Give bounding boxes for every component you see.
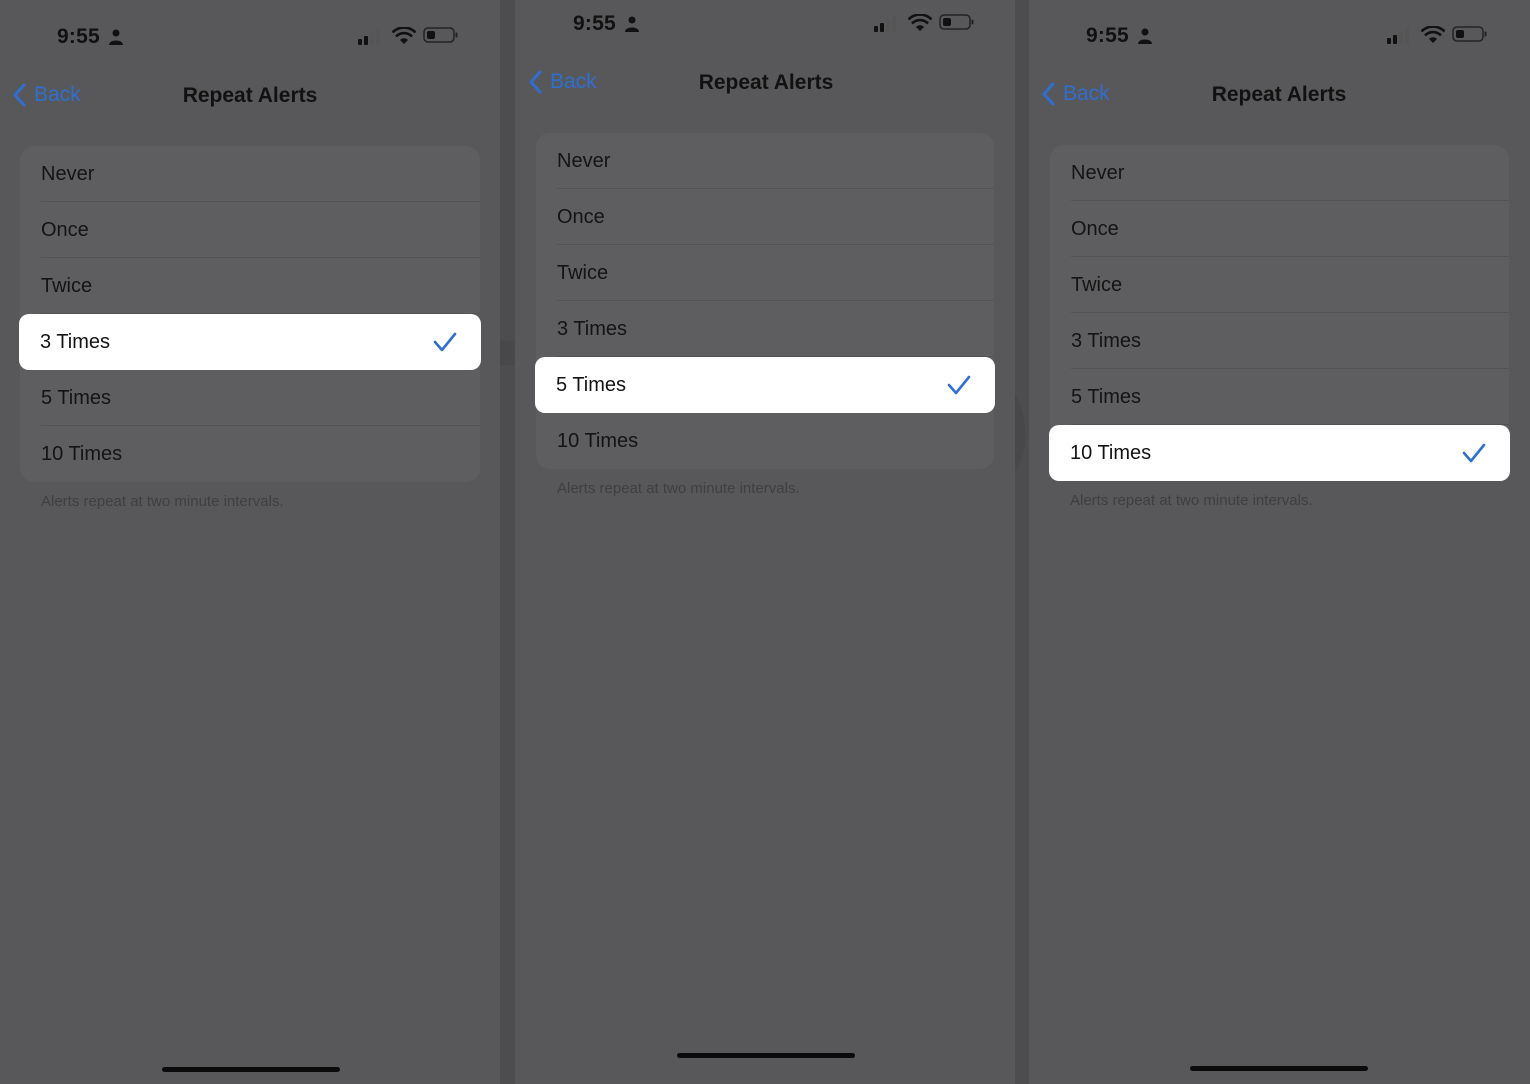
option-3-times[interactable]: 3 Times [1050, 313, 1509, 369]
chevron-left-icon [1042, 82, 1055, 106]
option-10-times[interactable]: 10 Times [1049, 425, 1510, 481]
page-title: Repeat Alerts [698, 71, 834, 94]
option-once[interactable]: Once [20, 202, 480, 258]
option-label: Once [557, 205, 605, 228]
footer-note: Alerts repeat at two minute intervals. [41, 493, 284, 510]
option-label: Twice [557, 261, 609, 284]
chevron-left-icon [13, 83, 26, 107]
status-time: 9:55 [57, 25, 100, 48]
option-label: 3 Times [557, 317, 628, 340]
option-label: 5 Times [1071, 385, 1142, 408]
options-list: Never Once Twice 3 Times 5 Times 10 Time… [1049, 145, 1510, 481]
status-time: 9:55 [1086, 24, 1129, 47]
back-label: Back [1063, 82, 1110, 105]
option-label: 3 Times [1071, 329, 1142, 352]
cellular-signal-icon [874, 16, 896, 32]
back-button[interactable]: Back [528, 70, 597, 94]
screen-3: 9:55 Back Repeat Alerts Never Once Twice… [1029, 0, 1530, 1084]
status-bar: 9:55 [1029, 19, 1530, 59]
option-label: Never [41, 162, 95, 185]
battery-icon [1452, 26, 1487, 42]
person-icon [109, 29, 123, 45]
option-label: Twice [41, 274, 93, 297]
status-time: 9:55 [573, 12, 616, 35]
option-twice[interactable]: Twice [1050, 257, 1509, 313]
option-3-times[interactable]: 3 Times [536, 301, 994, 357]
option-5-times[interactable]: 5 Times [1050, 369, 1509, 425]
footer-note: Alerts repeat at two minute intervals. [557, 480, 800, 497]
option-label: Never [1071, 161, 1125, 184]
option-twice[interactable]: Twice [20, 258, 480, 314]
wifi-icon [392, 27, 416, 44]
chevron-left-icon [529, 70, 542, 94]
page-title: Repeat Alerts [182, 84, 318, 107]
person-icon [625, 16, 639, 32]
status-bar: 9:55 [0, 20, 500, 60]
back-label: Back [34, 83, 81, 106]
option-label: 10 Times [1070, 441, 1152, 464]
checkmark-icon [947, 375, 971, 395]
battery-icon [939, 14, 974, 30]
option-3-times[interactable]: 3 Times [19, 314, 481, 370]
screen-1: 9:55 Back Repeat Alerts Never Once Twice… [0, 0, 500, 1084]
option-10-times[interactable]: 10 Times [536, 413, 994, 469]
option-label: 5 Times [41, 386, 112, 409]
option-once[interactable]: Once [1050, 201, 1509, 257]
option-label: 5 Times [556, 373, 627, 396]
option-twice[interactable]: Twice [536, 245, 994, 301]
footer-note: Alerts repeat at two minute intervals. [1070, 492, 1313, 509]
checkmark-icon [1462, 443, 1486, 463]
battery-icon [423, 27, 458, 43]
option-label: Once [41, 218, 89, 241]
back-button[interactable]: Back [12, 83, 81, 107]
options-list: Never Once Twice 3 Times 5 Times 10 Time… [19, 146, 481, 482]
option-once[interactable]: Once [536, 189, 994, 245]
option-5-times[interactable]: 5 Times [20, 370, 480, 426]
screen-2: 9:55 Back Repeat Alerts Never Once Twice… [515, 0, 1015, 1084]
status-bar: 9:55 [515, 7, 1015, 47]
option-10-times[interactable]: 10 Times [20, 426, 480, 482]
option-label: Never [557, 149, 611, 172]
page-title: Repeat Alerts [1211, 83, 1347, 106]
option-never[interactable]: Never [20, 146, 480, 202]
back-label: Back [550, 70, 597, 93]
option-5-times[interactable]: 5 Times [535, 357, 995, 413]
checkmark-icon [433, 332, 457, 352]
home-indicator[interactable] [162, 1067, 340, 1072]
cellular-signal-icon [1387, 28, 1409, 44]
home-indicator[interactable] [1190, 1066, 1368, 1071]
option-label: 10 Times [41, 442, 123, 465]
wifi-icon [908, 14, 932, 31]
option-label: Twice [1071, 273, 1123, 296]
back-button[interactable]: Back [1041, 82, 1110, 106]
option-never[interactable]: Never [1050, 145, 1509, 201]
person-icon [1138, 28, 1152, 44]
option-never[interactable]: Never [536, 133, 994, 189]
cellular-signal-icon [358, 29, 380, 45]
option-label: Once [1071, 217, 1119, 240]
home-indicator[interactable] [677, 1053, 855, 1058]
option-label: 10 Times [557, 429, 639, 452]
options-list: Never Once Twice 3 Times 5 Times 10 Time… [535, 133, 995, 469]
option-label: 3 Times [40, 330, 111, 353]
wifi-icon [1421, 26, 1445, 43]
